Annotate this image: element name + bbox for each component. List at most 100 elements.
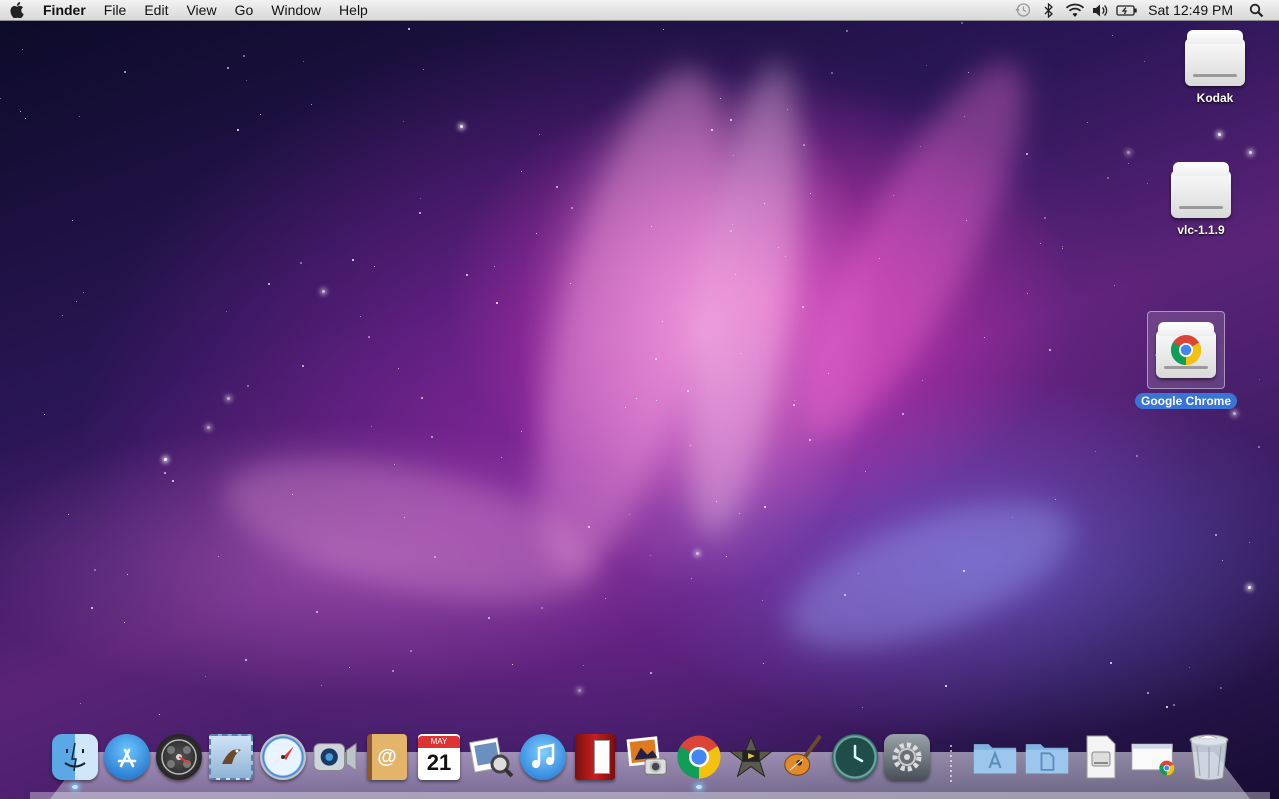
- wallpaper-star: [730, 119, 732, 121]
- dock-item-app-store[interactable]: [102, 729, 152, 785]
- dock-stack-downloads[interactable]: [1076, 729, 1126, 785]
- dock-item-finder[interactable]: [50, 729, 100, 789]
- menu-clock[interactable]: Sat 12:49 PM: [1140, 2, 1243, 18]
- dock-item-time-machine[interactable]: [830, 729, 880, 785]
- dock-item-iphoto[interactable]: [622, 729, 672, 785]
- wallpaper-star: [984, 337, 985, 338]
- wallpaper-star: [1215, 534, 1217, 536]
- wallpaper-star: [423, 69, 424, 70]
- wallpaper-star: [1044, 217, 1046, 219]
- menu-file[interactable]: File: [95, 0, 136, 21]
- wallpaper-star: [539, 134, 540, 135]
- wallpaper-star: [164, 472, 166, 474]
- dock-item-dashboard[interactable]: [154, 729, 204, 785]
- wallpaper-star: [421, 397, 423, 399]
- desktop-icon-label: Kodak: [1196, 91, 1234, 105]
- wallpaper-star: [20, 111, 21, 112]
- wallpaper-star: [778, 247, 779, 248]
- dock-item-preview[interactable]: [466, 729, 516, 785]
- wallpaper-star: [785, 256, 786, 257]
- dock-stack-documents[interactable]: [1022, 729, 1072, 785]
- bluetooth-status[interactable]: [1036, 0, 1062, 21]
- wallpaper-star: [636, 398, 637, 399]
- menu-edit[interactable]: Edit: [135, 0, 177, 21]
- battery-icon: [1116, 4, 1137, 16]
- wallpaper-star: [394, 464, 395, 465]
- spotlight-button[interactable]: [1243, 0, 1269, 21]
- dock-item-itunes[interactable]: [518, 729, 568, 785]
- volume-icon: [1093, 4, 1108, 16]
- wallpaper-star: [862, 707, 863, 708]
- menu-window[interactable]: Window: [262, 0, 330, 21]
- wallpaper-star: [650, 672, 652, 674]
- calendar-day: 21: [426, 750, 452, 775]
- dock-stack-chrome-installer[interactable]: [1128, 729, 1178, 785]
- desktop-icon-kodak[interactable]: Kodak: [1160, 30, 1270, 107]
- wallpaper-star: [243, 55, 245, 57]
- dock-item-google-chrome[interactable]: [674, 729, 724, 789]
- apple-menu[interactable]: [0, 0, 34, 21]
- wallpaper-star: [1107, 177, 1109, 179]
- wallpaper-star: [1049, 349, 1051, 351]
- wallpaper-star: [570, 283, 571, 284]
- running-indicator: [72, 785, 78, 789]
- wallpaper-star: [292, 494, 293, 495]
- menu-app-finder[interactable]: Finder: [34, 0, 95, 21]
- wifi-status[interactable]: [1062, 0, 1088, 21]
- wallpaper-star: [966, 220, 967, 221]
- wallpaper-star: [434, 556, 436, 558]
- time-machine-status[interactable]: [1010, 0, 1036, 21]
- dock-item-imovie[interactable]: [726, 729, 776, 785]
- wallpaper-star: [968, 72, 969, 73]
- wallpaper-star: [419, 212, 421, 214]
- dock-item-ical[interactable]: MAY 21: [414, 729, 464, 785]
- wallpaper-star: [521, 431, 522, 432]
- wallpaper-star: [68, 514, 69, 515]
- wallpaper-star: [1189, 667, 1190, 668]
- wallpaper-star: [1249, 151, 1252, 154]
- wallpaper-star: [1136, 455, 1138, 457]
- menu-view[interactable]: View: [177, 0, 225, 21]
- wallpaper-star: [207, 426, 210, 429]
- wallpaper-star: [124, 622, 125, 623]
- wallpaper-star: [662, 321, 663, 322]
- dock-stack-applications[interactable]: [970, 729, 1020, 785]
- wallpaper-star: [1218, 133, 1221, 136]
- wallpaper-star: [739, 513, 740, 514]
- wallpaper-star: [260, 114, 261, 115]
- wallpaper-star: [403, 121, 404, 122]
- wallpaper-star: [1248, 586, 1251, 589]
- wallpaper-star: [922, 380, 923, 381]
- wallpaper-star: [0, 98, 1, 99]
- wallpaper-star: [1095, 451, 1096, 452]
- battery-status[interactable]: [1114, 0, 1140, 21]
- wallpaper-star: [571, 207, 573, 209]
- dock-item-address-book[interactable]: @: [362, 729, 412, 785]
- volume-status[interactable]: [1088, 0, 1114, 21]
- wallpaper-star: [80, 703, 81, 704]
- wallpaper-star: [651, 226, 652, 227]
- time-machine-icon: [1015, 3, 1031, 17]
- dock-item-safari[interactable]: [258, 729, 308, 785]
- wallpaper-star: [809, 439, 811, 441]
- dock-item-garageband[interactable]: [778, 729, 828, 785]
- wallpaper-star: [368, 336, 370, 338]
- wallpaper-star: [494, 266, 495, 267]
- dock-item-facetime[interactable]: [310, 729, 360, 785]
- wallpaper-star: [1062, 246, 1063, 247]
- chrome-icon: [676, 734, 722, 780]
- dock-item-photo-booth[interactable]: [570, 729, 620, 785]
- dock-item-trash[interactable]: [1184, 729, 1234, 785]
- wallpaper-star: [1166, 706, 1168, 708]
- desktop-icon-vlc[interactable]: vlc-1.1.9: [1146, 162, 1256, 239]
- wallpaper-star: [1144, 61, 1145, 62]
- wallpaper-star: [460, 125, 463, 128]
- desktop-icon-google-chrome[interactable]: Google Chrome: [1131, 311, 1241, 410]
- dock-shelf-edge: [30, 792, 1270, 799]
- menu-help[interactable]: Help: [330, 0, 377, 21]
- menu-go[interactable]: Go: [226, 0, 263, 21]
- selection-highlight: [1147, 311, 1225, 389]
- wallpaper-star: [1220, 687, 1222, 689]
- dock-item-mail[interactable]: [206, 729, 256, 785]
- dock-item-system-preferences[interactable]: [882, 729, 932, 785]
